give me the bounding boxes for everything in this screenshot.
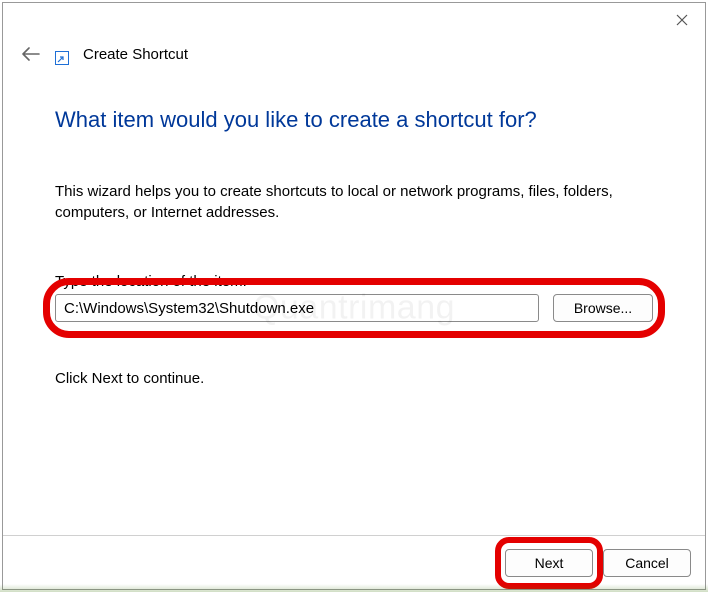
header: Create Shortcut [3,37,705,65]
footer: Next Cancel [3,535,705,589]
next-button-wrap: Next [505,549,593,577]
close-icon[interactable] [673,11,691,29]
location-row: Browse... [55,294,653,322]
cancel-button[interactable]: Cancel [603,549,691,577]
location-input[interactable] [55,294,539,322]
create-shortcut-wizard: Create Shortcut What item would you like… [2,2,706,590]
next-button[interactable]: Next [505,549,593,577]
content: What item would you like to create a sho… [3,65,705,535]
shortcut-icon [55,51,69,65]
location-label: Type the location of the item: [55,273,653,290]
wizard-description: This wizard helps you to create shortcut… [55,181,615,223]
wizard-heading: What item would you like to create a sho… [55,107,653,133]
back-arrow-icon[interactable] [21,44,41,64]
continue-text: Click Next to continue. [55,370,653,387]
titlebar [3,3,705,37]
page-title: Create Shortcut [83,46,188,63]
browse-button[interactable]: Browse... [553,294,653,322]
